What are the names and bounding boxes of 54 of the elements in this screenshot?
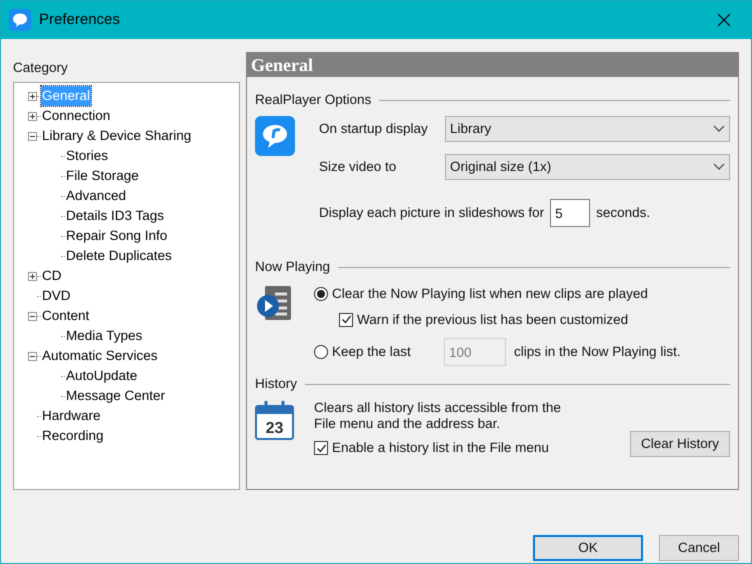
dialog-button[interactable]: OK xyxy=(533,535,643,561)
playlist-icon xyxy=(255,284,293,322)
checkbox[interactable] xyxy=(339,312,353,327)
tree-item[interactable]: Connection xyxy=(41,106,112,126)
collapse-icon[interactable] xyxy=(28,132,37,141)
tree-item[interactable]: Delete Duplicates xyxy=(65,246,173,266)
category-label: Category xyxy=(13,59,69,77)
history-description: Clears all history lists accessible from the File menu and the address bar. xyxy=(314,400,562,432)
tree-item[interactable]: CD xyxy=(41,266,62,286)
collapse-icon[interactable] xyxy=(28,312,37,321)
video-size-dropdown[interactable]: Original size (1x) xyxy=(445,154,730,180)
section-title: History xyxy=(255,375,298,393)
tree-item[interactable]: Advanced xyxy=(65,186,128,206)
checkbox[interactable] xyxy=(314,441,328,456)
tree-item[interactable]: Hardware xyxy=(41,406,102,426)
option-label: Enable a history list in the File menu xyxy=(332,439,549,458)
option-label: clips in the Now Playing list. xyxy=(514,342,681,361)
dialog-button[interactable]: Cancel xyxy=(659,535,739,561)
tree-item[interactable]: Media Types xyxy=(65,326,144,346)
section-title: RealPlayer Options xyxy=(255,91,372,109)
app-logo-icon xyxy=(255,116,295,156)
tree-item[interactable]: AutoUpdate xyxy=(65,366,138,386)
option-label: Keep the last xyxy=(332,342,412,361)
expand-icon[interactable] xyxy=(28,92,37,101)
field-label: Display each picture in slideshows for xyxy=(319,204,544,222)
section-title: Now Playing xyxy=(255,258,330,276)
panel-header: General xyxy=(247,53,738,77)
option-label: Warn if the previous list has been customized xyxy=(357,310,628,329)
close-icon[interactable] xyxy=(717,13,731,27)
startup-dropdown[interactable]: Library xyxy=(445,116,730,142)
tree-item[interactable]: Details ID3 Tags xyxy=(65,206,166,226)
tree-item[interactable]: Stories xyxy=(65,146,110,166)
tree-item[interactable]: Message Center xyxy=(65,386,166,406)
clear-history-button[interactable]: Clear History xyxy=(630,431,730,458)
radio-button[interactable] xyxy=(314,286,328,301)
app-logo-icon xyxy=(9,9,31,31)
tree-item[interactable]: Content xyxy=(41,306,90,326)
expand-icon[interactable] xyxy=(28,272,37,281)
window-title: Preferences xyxy=(39,10,120,30)
option-label: Clear the Now Playing list when new clips are played xyxy=(332,284,648,303)
collapse-icon[interactable] xyxy=(28,352,37,361)
tree-item[interactable]: Recording xyxy=(41,426,105,446)
field-label: Size video to xyxy=(319,158,398,176)
tree-item[interactable]: Library & Device Sharing xyxy=(41,126,192,146)
field-label: On startup display xyxy=(319,120,429,138)
chevron-down-icon xyxy=(713,125,725,134)
field-label: seconds. xyxy=(596,204,650,222)
tree-item[interactable]: DVD xyxy=(41,286,72,306)
tree-item[interactable]: Automatic Services xyxy=(41,346,159,366)
seconds-input[interactable]: 5 xyxy=(550,199,590,228)
expand-icon[interactable] xyxy=(28,112,37,121)
chevron-down-icon xyxy=(713,163,725,172)
tree-item[interactable]: Repair Song Info xyxy=(65,226,168,246)
tree-item[interactable]: File Storage xyxy=(65,166,140,186)
